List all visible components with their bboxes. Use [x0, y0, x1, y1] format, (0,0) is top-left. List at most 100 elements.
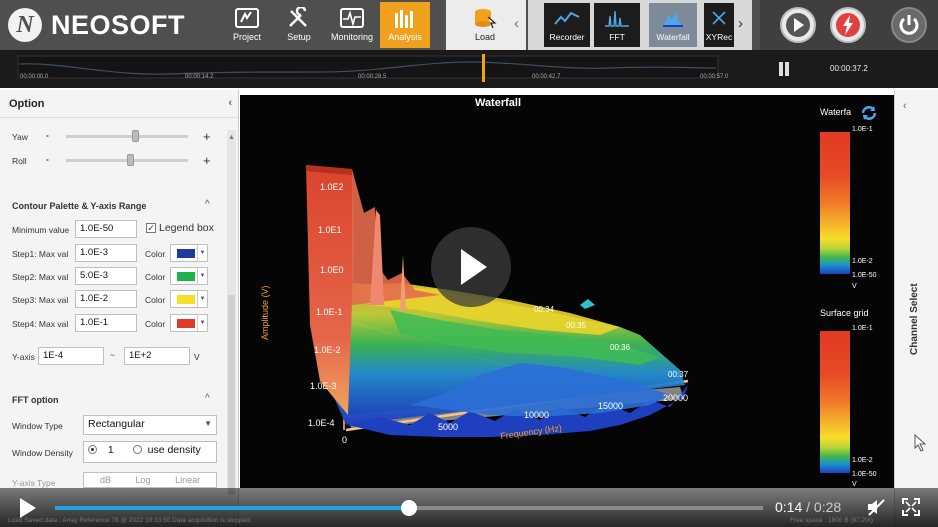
nav-analysis-label: Analysis: [388, 32, 422, 42]
video-play-overlay[interactable]: [431, 227, 511, 307]
timeline[interactable]: 00:00:00.0 00:00:14.2 00:00:28.5 00:00:4…: [0, 50, 938, 88]
option-panel: Option ‹ Yaw - + Roll - + Contour Palett…: [0, 90, 239, 527]
step2-label: Step2: Max val: [12, 272, 69, 282]
yaw-label: Yaw: [12, 132, 28, 142]
dropdown-arrow-icon: ▼: [197, 245, 207, 261]
dropdown-arrow-icon: ▼: [197, 268, 207, 284]
waterfall-3d-surface: [306, 165, 689, 437]
step2-input[interactable]: 5.0E-3: [75, 267, 137, 285]
status-text: Load Saved data : Array Reference 78 @ 2…: [8, 517, 252, 524]
legend-box-checkbox[interactable]: ✓ Legend box: [146, 222, 214, 234]
surface-grid-color-bar: [820, 331, 850, 473]
scroll-right-icon[interactable]: ›: [738, 15, 743, 32]
step2-color-select[interactable]: ▼: [170, 267, 208, 285]
nav-monitoring-label: Monitoring: [330, 32, 374, 42]
step4-label: Step4: Max val: [12, 319, 69, 329]
yaw-slider-thumb[interactable]: [132, 130, 139, 142]
xy-icon: [712, 11, 726, 25]
logo: N NEOSOFT: [8, 7, 185, 43]
step1-input[interactable]: 1.0E-3: [75, 244, 137, 262]
tool-xyrec-button[interactable]: XYRec: [704, 3, 734, 47]
collapse-left-icon[interactable]: ‹: [228, 97, 232, 109]
tool-waterfall-button[interactable]: Waterfall: [649, 3, 697, 47]
step1-label: Step1: Max val: [12, 249, 69, 259]
mute-icon[interactable]: [866, 498, 886, 516]
yaxis-max-input[interactable]: 1E+2: [124, 347, 190, 365]
video-progress-knob[interactable]: [401, 500, 417, 516]
x-tick: 10000: [524, 410, 550, 420]
video-play-icon[interactable]: [20, 498, 36, 518]
yaxis-type-label: Y-axis Type: [12, 478, 56, 488]
time-tick: 00:37: [668, 370, 689, 379]
video-time-separator: /: [802, 499, 814, 515]
recorder-icon: [554, 11, 580, 25]
nav-setup-button[interactable]: Setup: [274, 2, 324, 48]
y-tick: 1.0E1: [318, 225, 342, 235]
power-button[interactable]: [891, 7, 927, 43]
legend2-unit: V: [852, 481, 857, 488]
chevron-up-icon[interactable]: ^: [205, 199, 210, 210]
pause-icon[interactable]: [777, 62, 791, 76]
min-value-input[interactable]: 1.0E-50: [75, 220, 137, 238]
legend2-bottom-label: 1.0E-50: [852, 471, 877, 478]
scrollbar-thumb[interactable]: [228, 295, 235, 495]
legend-waterfall-title: Waterfa: [820, 107, 852, 117]
use-density-label: use density: [147, 444, 201, 456]
roll-slider-thumb[interactable]: [127, 154, 134, 166]
fullscreen-icon[interactable]: [902, 498, 920, 516]
radio-selected-icon[interactable]: [88, 445, 97, 454]
channel-select-panel[interactable]: ‹ Channel Select: [894, 90, 938, 527]
roll-minus-button[interactable]: -: [46, 154, 49, 164]
yaxis-type-linear[interactable]: Linear: [175, 475, 200, 485]
run-button[interactable]: [780, 7, 816, 43]
step3-color-select[interactable]: ▼: [170, 290, 208, 308]
nav-monitoring-button[interactable]: Monitoring: [327, 2, 377, 48]
yaw-minus-button[interactable]: -: [46, 130, 49, 140]
yaxis-type-log[interactable]: Log: [136, 475, 151, 485]
scroll-left-icon[interactable]: ‹: [514, 15, 519, 32]
scroll-up-icon[interactable]: ▲: [228, 134, 235, 141]
step4-input[interactable]: 1.0E-1: [75, 314, 137, 332]
window-type-value: Rectangular: [88, 418, 145, 430]
legend-surface-grid-title: Surface grid: [820, 308, 869, 318]
step1-color-select[interactable]: ▼: [170, 244, 208, 262]
yaxis-type-db[interactable]: dB: [100, 475, 111, 485]
current-time: 00:00:37.2: [830, 64, 868, 73]
waterfall-plot[interactable]: Waterfall 1.0E2 1.0E1 1.0E0 1.0E-1 1.0E-…: [240, 95, 894, 488]
option-panel-header: Option ‹: [0, 90, 238, 118]
project-icon: [235, 8, 259, 28]
x-tick: 0: [342, 435, 348, 445]
roll-slider[interactable]: [66, 154, 188, 166]
step3-input[interactable]: 1.0E-2: [75, 290, 137, 308]
yaw-plus-button[interactable]: +: [203, 129, 211, 144]
tool-fft-button[interactable]: FFT: [594, 3, 640, 47]
radio-icon[interactable]: [132, 445, 142, 454]
nav-analysis-button[interactable]: Analysis: [380, 2, 430, 48]
channel-select-label[interactable]: Channel Select: [909, 283, 920, 355]
yaxis-min-input[interactable]: 1E-4: [38, 347, 104, 365]
tool-xyrec-label: XYRec: [705, 32, 733, 42]
roll-plus-button[interactable]: +: [203, 153, 211, 168]
color-swatch: [177, 319, 195, 328]
expand-right-icon[interactable]: ‹: [903, 100, 907, 112]
nav-setup-label: Setup: [287, 32, 311, 42]
step4-color-select[interactable]: ▼: [170, 314, 208, 332]
time-tick: 00:35: [566, 321, 587, 330]
nav-project-button[interactable]: Project: [222, 2, 272, 48]
color-swatch: [177, 249, 195, 258]
dropdown-arrow-icon: ▼: [197, 315, 207, 331]
refresh-icon[interactable]: [859, 103, 879, 123]
option-scrollbar[interactable]: ▲: [227, 130, 236, 495]
yaxis-type-group[interactable]: dB Log Linear: [83, 472, 217, 488]
tool-recorder-button[interactable]: Recorder: [544, 3, 590, 47]
y-tick: 1.0E-2: [314, 345, 341, 355]
tool-recorder-label: Recorder: [549, 32, 585, 42]
yaw-slider[interactable]: [66, 130, 188, 142]
video-progress-track[interactable]: [55, 500, 763, 516]
load-button[interactable]: Load: [460, 3, 510, 47]
chevron-up-icon[interactable]: ^: [205, 393, 210, 404]
step1-color-label: Color: [145, 249, 166, 259]
timeline-tick: 00:00:57.0: [700, 74, 729, 80]
window-type-select[interactable]: Rectangular ▼: [83, 415, 217, 435]
stop-button[interactable]: [830, 7, 866, 43]
